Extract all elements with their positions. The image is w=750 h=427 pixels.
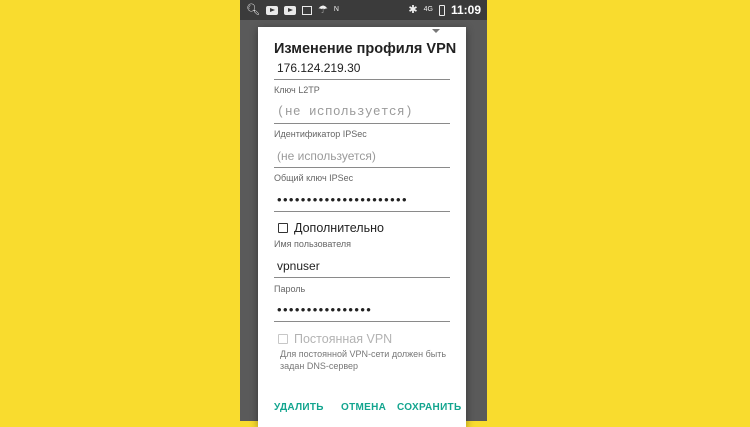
password-field[interactable]: •••••••••••••••• <box>274 300 450 322</box>
save-button[interactable]: СОХРАНИТЬ <box>397 402 461 413</box>
vpn-edit-dialog: Изменение профиля VPN 176.124.219.30 Клю… <box>258 27 466 427</box>
status-bar: 🔍︎ ☂ N ✱ 4G 11:09 <box>240 0 487 20</box>
image-icon <box>301 5 312 15</box>
server-address-field[interactable]: 176.124.219.30 <box>274 58 450 80</box>
l2tp-key-field[interactable]: (не используется) <box>274 102 450 124</box>
search-icon: 🔍︎ <box>246 4 260 16</box>
signal-4g-icon: 4G <box>423 6 433 13</box>
battery-icon <box>438 4 445 16</box>
ipsec-psk-label: Общий ключ IPSec <box>274 173 354 183</box>
password-label: Пароль <box>274 284 306 294</box>
dialog-actions: УДАЛИТЬ ОТМЕНА СОХРАНИТЬ <box>274 402 461 416</box>
username-label: Имя пользователя <box>274 239 352 249</box>
advanced-label: Дополнительно <box>294 221 384 235</box>
delete-button[interactable]: УДАЛИТЬ <box>274 402 324 413</box>
youtube-icon <box>265 5 278 15</box>
youtube-icon <box>283 5 296 15</box>
ipsec-id-field[interactable]: (не используется) <box>274 146 450 168</box>
l2tp-key-label: Ключ L2TP <box>274 85 320 95</box>
always-on-vpn-option: Постоянная VPN <box>278 332 392 346</box>
always-on-hint: Для постоянной VPN-сети должен быть зада… <box>280 349 447 371</box>
status-time: 11:09 <box>450 3 481 17</box>
ipsec-id-label: Идентификатор IPSec <box>274 129 367 139</box>
umbrella-icon: ☂ <box>317 4 328 16</box>
bluetooth-icon: ✱ <box>408 4 418 16</box>
cancel-button[interactable]: ОТМЕНА <box>341 402 386 413</box>
advanced-option[interactable]: Дополнительно <box>278 221 384 235</box>
always-on-checkbox <box>278 334 288 344</box>
advanced-checkbox[interactable] <box>278 223 288 233</box>
username-field[interactable]: vpnuser <box>274 256 450 278</box>
dialog-title: Изменение профиля VPN <box>274 41 457 57</box>
scroll-up-indicator <box>432 29 440 33</box>
always-on-label: Постоянная VPN <box>294 332 393 346</box>
nfc-icon: N <box>333 6 339 13</box>
ipsec-psk-field[interactable]: •••••••••••••••••••••• <box>274 190 450 212</box>
